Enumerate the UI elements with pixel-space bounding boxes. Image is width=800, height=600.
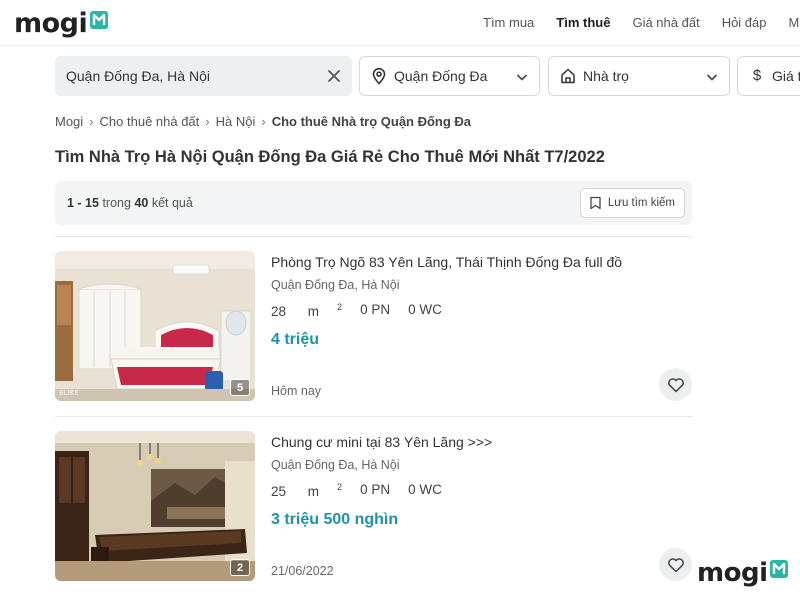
property-type-filter[interactable]: Nhà trọ	[548, 56, 730, 96]
district-filter-label: Quận Đống Đa	[394, 68, 488, 84]
listing-thumbnail[interactable]: 2	[55, 431, 255, 581]
listing-location: Quận Đống Đa, Hà Nội	[271, 278, 400, 292]
photo-count-badge: 5	[230, 379, 250, 396]
property-type-filter-label: Nhà trọ	[583, 68, 629, 84]
listing-price: 3 triệu 500 nghìn	[271, 511, 399, 528]
breadcrumb: Mogi › Cho thuê nhà đất › Hà Nội › Cho t…	[55, 114, 471, 129]
dollar-icon: $	[752, 67, 762, 84]
listing-title[interactable]: Phòng Trọ Ngõ 83 Yên Lãng, Thái Thịnh Đố…	[271, 254, 622, 270]
mogi-logo[interactable]: mogi	[14, 8, 109, 39]
nav-item-qa[interactable]: Hỏi đáp	[722, 15, 767, 30]
listing-thumbnail[interactable]: BLIKE 5	[55, 251, 255, 401]
listing-bathrooms: 0 WC	[408, 302, 442, 317]
breadcrumb-current: Cho thuê Nhà trọ Quận Đống Đa	[271, 114, 472, 129]
chevron-right-icon: ›	[261, 114, 266, 129]
divider	[55, 416, 692, 417]
search-input[interactable]	[55, 56, 305, 96]
listing-area: 28 m2	[271, 302, 343, 319]
breadcrumb-rent[interactable]: Cho thuê nhà đất	[100, 114, 200, 129]
chevron-down-icon	[516, 74, 528, 81]
nav-item-more[interactable]: Mô	[789, 15, 800, 30]
logo-mark-icon	[90, 10, 109, 29]
price-filter[interactable]: $ Giá t	[737, 56, 800, 96]
save-search-button[interactable]: Lưu tìm kiếm	[579, 188, 685, 218]
nav-item-buy[interactable]: Tìm mua	[483, 15, 534, 30]
chevron-down-icon	[706, 74, 718, 81]
nav-item-rent[interactable]: Tìm thuê	[556, 15, 610, 30]
listing-location: Quận Đống Đa, Hà Nội	[271, 458, 400, 472]
bookmark-icon	[590, 196, 601, 210]
listing-bedrooms: 0 PN	[360, 302, 391, 317]
logo-mark-icon	[770, 560, 789, 578]
listing-card[interactable]: 2 Chung cư mini tại 83 Yên Lãng >>> Quận…	[55, 431, 692, 581]
result-total: 40	[134, 196, 149, 210]
bedroom-photo	[55, 431, 255, 581]
result-count: 1 - 15 trong 40 kết quả	[67, 196, 193, 210]
divider	[55, 236, 692, 237]
breadcrumb-city[interactable]: Hà Nội	[216, 114, 256, 129]
result-range: 1 - 15	[67, 196, 99, 210]
breadcrumb-home[interactable]: Mogi	[55, 114, 83, 129]
mogi-watermark: mogi	[697, 558, 789, 588]
chevron-right-icon: ›	[205, 114, 210, 129]
page-title: Tìm Nhà Trọ Hà Nội Quận Đống Đa Giá Rẻ C…	[55, 148, 605, 166]
favorite-button[interactable]	[659, 368, 692, 401]
listing-bathrooms: 0 WC	[408, 482, 442, 497]
watermark-text: mogi	[697, 558, 768, 588]
listing-price: 4 triệu	[271, 331, 320, 348]
chevron-right-icon: ›	[89, 114, 94, 129]
heart-icon	[667, 557, 684, 572]
svg-text:BLIKE: BLIKE	[59, 389, 79, 397]
listing-properties: 28 m2 0 PN 0 WC	[271, 302, 460, 319]
favorite-button[interactable]	[659, 548, 692, 581]
result-suffix: kết quả	[151, 196, 193, 210]
photo-count-badge: 2	[230, 559, 250, 576]
close-icon[interactable]	[324, 66, 344, 86]
listing-area: 25 m2	[271, 482, 343, 499]
price-filter-label: Giá t	[772, 68, 800, 84]
location-pin-icon	[372, 67, 386, 85]
house-icon	[561, 68, 575, 84]
save-search-label: Lưu tìm kiếm	[607, 197, 675, 209]
search-box	[55, 56, 352, 96]
main-nav: Tìm mua Tìm thuê Giá nhà đất Hỏi đáp Mô	[483, 15, 800, 30]
listing-date: Hôm nay	[271, 384, 322, 398]
site-header: mogi Tìm mua Tìm thuê Giá nhà đất Hỏi đá…	[0, 0, 800, 46]
logo-text: mogi	[14, 8, 88, 39]
result-summary-bar: 1 - 15 trong 40 kết quả Lưu tìm kiếm	[55, 181, 692, 225]
listing-properties: 25 m2 0 PN 0 WC	[271, 482, 460, 499]
district-filter[interactable]: Quận Đống Đa	[359, 56, 540, 96]
bedroom-photo: BLIKE	[55, 251, 255, 401]
listing-title[interactable]: Chung cư mini tại 83 Yên Lãng >>>	[271, 434, 492, 450]
result-in-text: trong	[102, 196, 131, 210]
nav-item-price[interactable]: Giá nhà đất	[632, 15, 699, 30]
listing-bedrooms: 0 PN	[360, 482, 391, 497]
listing-card[interactable]: BLIKE 5 Phòng Trọ Ngõ 83 Yên Lãng, Thái …	[55, 251, 692, 401]
heart-icon	[667, 377, 684, 392]
listing-date: 21/06/2022	[271, 564, 334, 578]
